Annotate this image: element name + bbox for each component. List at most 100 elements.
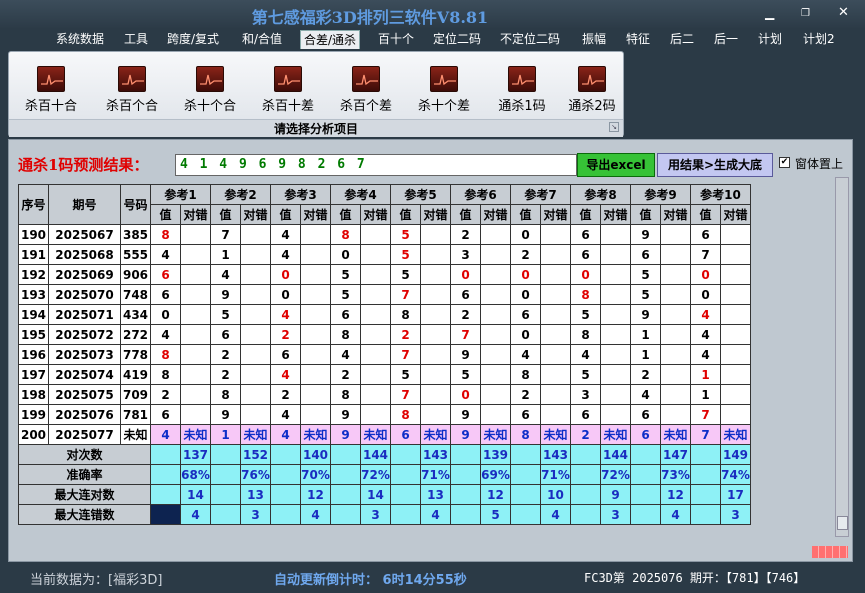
cell-value: 4 <box>690 344 721 365</box>
cell-miss <box>480 384 511 405</box>
summary-value: 13 <box>420 484 451 505</box>
restore-button[interactable]: ❐ <box>801 8 810 19</box>
table-row[interactable]: 198 2025075 709 2 对 8 对 2 对 8 对 7 0 2 对 3 对 4 对 1 对 <box>18 384 751 405</box>
cell-number: 781 <box>120 404 151 425</box>
cell-hit: 对 <box>600 224 631 245</box>
cell-value: 4 <box>270 424 301 445</box>
chart-icon <box>274 66 302 92</box>
cell-value: 9 <box>630 224 661 245</box>
cell-value: 4 <box>150 424 181 445</box>
menu-item-13[interactable]: 计划2 <box>803 30 835 49</box>
summary-value: 4 <box>540 504 571 525</box>
table-row[interactable]: 195 2025072 272 4 对 6 对 2 8 对 2 7 0 对 8 对 1 对 4 对 <box>18 324 751 345</box>
cell-value: 7 <box>450 324 481 345</box>
tool-button-3[interactable]: 杀百十差 <box>249 66 327 114</box>
summary-value: 144 <box>360 444 391 465</box>
cell-hit: 对 <box>480 304 511 325</box>
cell-seq: 193 <box>18 284 49 305</box>
menu-item-11[interactable]: 后一 <box>714 30 738 49</box>
menu-item-0[interactable]: 系统数据 <box>56 30 104 49</box>
summary-value: 68% <box>180 464 211 485</box>
ref-header: 参考3 <box>270 184 331 205</box>
cell-value: 5 <box>390 224 421 245</box>
tool-button-5[interactable]: 杀十个差 <box>405 66 483 114</box>
cell-hit: 对 <box>660 384 691 405</box>
cell-value: 7 <box>690 244 721 265</box>
cell-hit: 对 <box>660 224 691 245</box>
table-row-pending[interactable]: 200 2025077 未知 4 未知 1 未知 4 未知 9 未知 6 未知 9 未知 8 未知 2 未知 6 未知 7… <box>18 424 751 445</box>
cell-value: 4 <box>270 364 301 385</box>
window-on-top-checkbox[interactable]: ✔ <box>779 157 790 168</box>
close-button[interactable]: ✕ <box>838 5 849 20</box>
cell-value: 1 <box>630 344 661 365</box>
table-row[interactable]: 194 2025071 434 0 对 5 对 4 6 对 8 对 2 对 6 对 5 对 9 对 4 <box>18 304 751 325</box>
generate-base-button[interactable]: 用结果>生成大底 <box>657 153 773 177</box>
value-subheader: 值 <box>210 204 241 225</box>
menu-item-1[interactable]: 工具 <box>124 30 148 49</box>
menu-item-9[interactable]: 特征 <box>626 30 650 49</box>
cell-value: 6 <box>630 244 661 265</box>
summary-pad <box>150 444 181 465</box>
tool-button-7[interactable]: 通杀2码 <box>553 66 631 114</box>
cell-value: 4 <box>330 344 361 365</box>
cell-value: 0 <box>510 264 541 285</box>
minimize-button[interactable]: ▁ <box>765 6 774 20</box>
summary-pad <box>330 464 361 485</box>
cell-value: 6 <box>450 284 481 305</box>
menu-item-6[interactable]: 定位二码 <box>433 30 481 49</box>
cell-seq: 191 <box>18 244 49 265</box>
cell-hit: 对 <box>180 324 211 345</box>
cell-value: 0 <box>270 284 301 305</box>
table-row[interactable]: 197 2025074 419 8 对 2 对 4 2 对 5 对 5 对 8 对 5 对 2 对 1 <box>18 364 751 385</box>
vertical-scrollbar[interactable] <box>835 177 849 537</box>
table-row[interactable]: 193 2025070 748 6 对 9 对 0 对 5 对 7 6 对 0 对 8 5 对 0 对 <box>18 284 751 305</box>
hit-subheader: 对错 <box>600 204 631 225</box>
tool-button-2[interactable]: 杀十个合 <box>171 66 249 114</box>
menu-item-4[interactable]: 合差/通杀 <box>300 30 361 49</box>
cell-value: 4 <box>210 264 241 285</box>
cell-hit: 对 <box>480 284 511 305</box>
cell-hit: 对 <box>660 404 691 425</box>
ref-header: 参考7 <box>510 184 571 205</box>
table-row[interactable]: 192 2025069 906 6 4 对 0 5 对 5 对 0 0 0 5 对 0 <box>18 264 751 285</box>
cell-issue: 2025075 <box>48 384 121 405</box>
tool-button-1[interactable]: 杀百个合 <box>93 66 171 114</box>
summary-value: 147 <box>660 444 691 465</box>
table-row[interactable]: 199 2025076 781 6 对 9 对 4 对 9 对 8 9 对 6 对 6 对 6 对 7 <box>18 404 751 425</box>
menu-item-10[interactable]: 后二 <box>670 30 694 49</box>
table-row[interactable]: 190 2025067 385 8 7 对 4 对 8 5 2 对 0 对 6 对 9 对 6 对 <box>18 224 751 245</box>
summary-label: 最大连错数 <box>18 504 151 525</box>
menu-item-3[interactable]: 和/合值 <box>242 30 282 49</box>
tool-button-0[interactable]: 杀百十合 <box>12 66 90 114</box>
ribbon-expand-icon[interactable]: ↘ <box>609 122 619 132</box>
prediction-value-field[interactable]: 4 1 4 9 6 9 8 2 6 7 <box>175 154 577 176</box>
cell-number: 434 <box>120 304 151 325</box>
tool-button-4[interactable]: 杀百个差 <box>327 66 405 114</box>
menu-item-12[interactable]: 计划 <box>758 30 782 49</box>
summary-value: 152 <box>240 444 271 465</box>
menu-item-8[interactable]: 振幅 <box>582 30 606 49</box>
scroll-thumb[interactable] <box>837 516 848 530</box>
summary-label: 对次数 <box>18 444 151 465</box>
menu-item-5[interactable]: 百十个 <box>378 30 414 49</box>
cell-value: 6 <box>690 224 721 245</box>
menu-item-2[interactable]: 跨度/复式 <box>167 30 219 49</box>
title-bar: 第七感福彩3D排列三软件V8.81 ▁ ❐ ✕ <box>0 0 865 28</box>
cell-issue: 2025069 <box>48 264 121 285</box>
cell-value: 4 <box>630 384 661 405</box>
menu-item-7[interactable]: 不定位二码 <box>500 30 560 49</box>
cell-value: 9 <box>450 424 481 445</box>
cell-value: 6 <box>630 424 661 445</box>
export-excel-button[interactable]: 导出excel <box>577 153 655 177</box>
cell-hit: 对 <box>360 304 391 325</box>
cell-value: 8 <box>150 224 181 245</box>
table-row[interactable]: 196 2025073 778 8 2 对 6 对 4 对 7 9 对 4 对 4 对 1 对 4 对 <box>18 344 751 365</box>
cell-value: 8 <box>210 384 241 405</box>
cell-miss <box>180 264 211 285</box>
summary-pad <box>450 444 481 465</box>
cell-value: 8 <box>510 424 541 445</box>
tool-label: 通杀2码 <box>568 99 616 114</box>
tool-button-6[interactable]: 通杀1码 <box>483 66 561 114</box>
summary-value: 71% <box>540 464 571 485</box>
table-row[interactable]: 191 2025068 555 4 对 1 对 4 对 0 对 5 3 对 2 对 6 对 6 对 7 对 <box>18 244 751 265</box>
